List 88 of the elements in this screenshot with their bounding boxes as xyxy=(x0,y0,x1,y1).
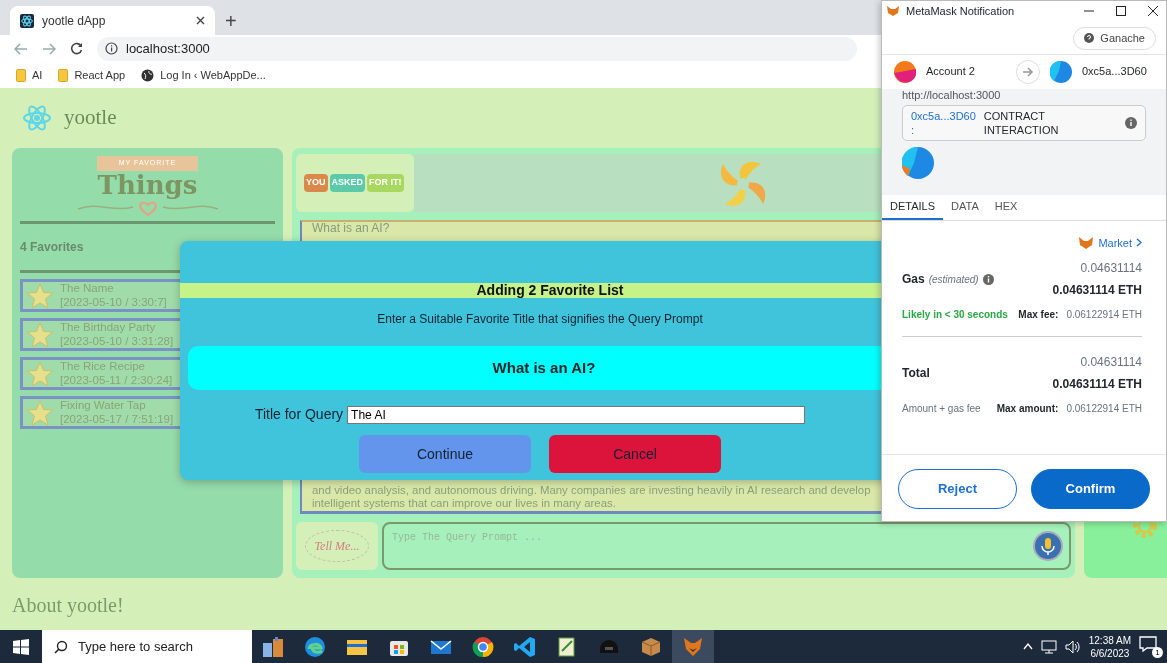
microphone-icon[interactable] xyxy=(1033,531,1063,561)
taskbar-search[interactable]: Type here to search xyxy=(42,630,252,663)
chevron-right-icon xyxy=(1136,238,1142,248)
fiat-amount: 0.04631114 xyxy=(1079,354,1142,371)
atom-logo-icon xyxy=(22,103,52,133)
address-bar[interactable]: localhost:3000 xyxy=(97,36,857,61)
info-icon xyxy=(105,42,118,55)
bookmark[interactable]: React App xyxy=(58,66,126,84)
browser-tab[interactable]: yootle dApp xyxy=(10,6,215,35)
windows-start-icon[interactable] xyxy=(13,638,29,655)
arrow-right-icon xyxy=(1016,59,1040,84)
avatar-icon xyxy=(902,147,934,180)
favorite-timestamp: [2023-05-11 / 2:30:24] xyxy=(60,373,173,387)
contract-label: CONTRACT INTERACTION xyxy=(983,108,1060,138)
notification-icon[interactable] xyxy=(1139,635,1157,652)
confirm-button[interactable]: Confirm xyxy=(1031,469,1150,509)
favorite-timestamp: [2023-05-10 / 3:31:28] xyxy=(60,334,174,348)
new-tab-button[interactable]: + xyxy=(225,11,237,35)
fox-icon xyxy=(1078,235,1095,250)
bookmark[interactable]: Log In ‹ WebAppDe... xyxy=(141,66,266,84)
window-title: MetaMask Notification xyxy=(906,3,1015,19)
favorites-count: 4 Favorites xyxy=(20,239,85,257)
fee-note: (estimated) xyxy=(928,272,979,287)
max-label: Max fee: xyxy=(1018,309,1059,320)
max-label: Max amount: xyxy=(996,403,1059,414)
favorite-title: Fixing Water Tap xyxy=(60,399,147,413)
contract-address[interactable]: 0xc5a...3D60 xyxy=(911,108,976,123)
detail-tab[interactable]: DETAILS xyxy=(882,194,944,220)
favorite-title: The Birthday Party xyxy=(60,321,157,335)
eth-amount: 0.04631114 ETH xyxy=(1052,282,1142,299)
star-icon xyxy=(26,281,54,310)
max-value: 0.06122914 ETH xyxy=(1066,309,1142,320)
chevron-up-icon[interactable] xyxy=(1022,643,1033,650)
sender-account[interactable]: Account 2 xyxy=(926,63,1006,80)
brand-name: yootle xyxy=(64,104,117,132)
answer-text: intelligent systems that can improve our lives in many areas. xyxy=(312,496,616,510)
code-editor-icon xyxy=(513,634,537,659)
folder-icon xyxy=(58,68,69,82)
info-icon[interactable] xyxy=(1125,116,1137,129)
favorite-title: The Name xyxy=(60,282,115,296)
clock-time[interactable]: 12:38 AM xyxy=(1088,633,1131,647)
favorites-title: Things xyxy=(97,170,198,200)
answer-text: and video analysis, and autonomous driving. Many companies are investing heavily in AI research and develop xyxy=(312,483,871,497)
dialog-subtitle: Enter a Suitable Favorite Title that signifies the Query Prompt xyxy=(377,311,703,328)
bookmark[interactable]: AI xyxy=(16,66,43,84)
speaker-icon[interactable] xyxy=(1064,639,1081,654)
detail-tab[interactable]: HEX xyxy=(986,194,1026,220)
favorite-timestamp: [2023-05-17 / 7:51:19] xyxy=(60,412,174,426)
chrome-browser-icon xyxy=(471,634,495,659)
detail-tab[interactable]: DATA xyxy=(943,194,987,220)
folder-icon xyxy=(16,68,26,82)
fee-note: Amount + gas fee xyxy=(902,402,981,416)
continue-button[interactable]: Continue xyxy=(359,435,531,473)
reload-icon[interactable] xyxy=(70,42,83,55)
edge-browser-icon xyxy=(303,634,327,659)
recipient-address[interactable]: 0xc5a...3D60 xyxy=(1082,63,1147,80)
title-input[interactable]: The AI xyxy=(347,405,806,424)
maximize-icon[interactable] xyxy=(1116,6,1126,16)
close-icon[interactable] xyxy=(1148,6,1158,16)
question-text: What is an AI? xyxy=(312,222,391,236)
origin-url: http://localhost:3000 xyxy=(902,88,1002,101)
clock-date[interactable]: 6/6/2023 xyxy=(1088,646,1131,660)
star-icon xyxy=(26,398,54,427)
notification-count: 1 xyxy=(1152,646,1163,658)
colon-text: : xyxy=(911,122,916,138)
react-icon xyxy=(20,13,34,28)
star-icon xyxy=(26,320,54,349)
speed-text: Likely in < 30 seconds xyxy=(902,308,1008,322)
info-icon[interactable] xyxy=(982,273,994,285)
globe-icon xyxy=(141,68,155,82)
speech-badge: YOU ASKED FOR IT! xyxy=(296,154,414,212)
search-icon xyxy=(54,639,68,654)
avatar-icon xyxy=(1050,60,1072,83)
favorite-timestamp: [2023-05-10 / 3:30:7] xyxy=(60,295,167,309)
eth-amount: 0.04631114 ETH xyxy=(1052,376,1142,393)
star-icon xyxy=(26,359,54,388)
reject-button[interactable]: Reject xyxy=(898,469,1017,509)
fox-icon xyxy=(886,5,900,17)
close-icon[interactable] xyxy=(196,16,205,25)
address-text: localhost:3000 xyxy=(126,39,210,58)
avatar-icon xyxy=(894,60,916,83)
help-icon xyxy=(1084,33,1095,44)
favorite-title: The Rice Recipe xyxy=(60,360,146,374)
fiat-amount: 0.04631114 xyxy=(1079,260,1142,277)
market-link[interactable]: Market xyxy=(1078,234,1142,251)
fee-label: Total xyxy=(902,365,930,382)
network-icon[interactable] xyxy=(1040,639,1057,654)
max-value: 0.06122914 ETH xyxy=(1066,403,1142,414)
